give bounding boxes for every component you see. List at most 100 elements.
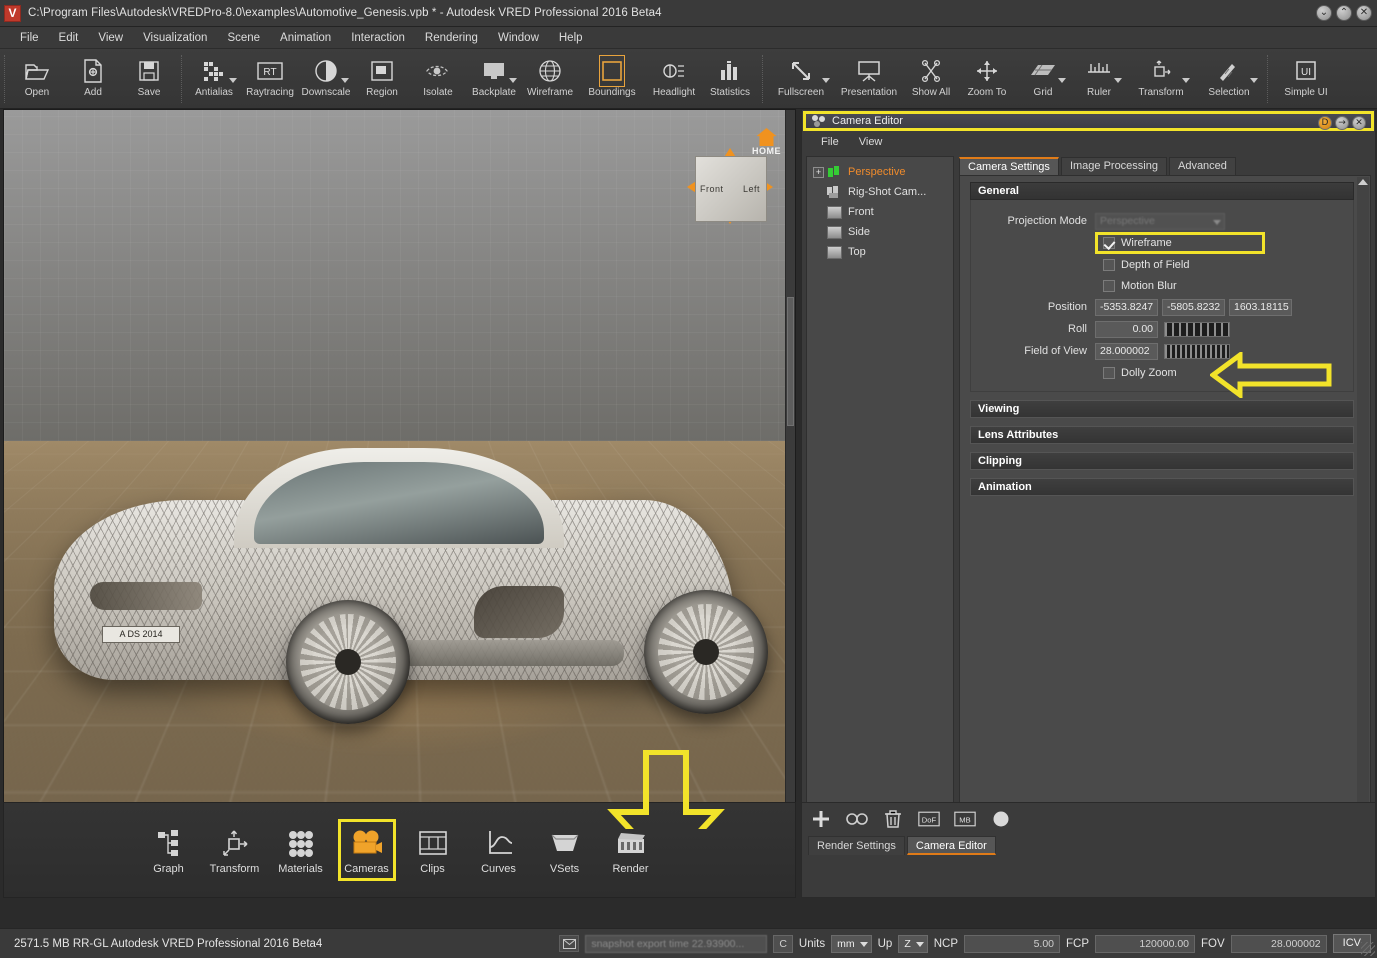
module-materials-button[interactable]: Materials [272,819,330,881]
module-transform-button[interactable]: Transform [206,819,264,881]
camera-tree-item-perspective[interactable]: + Perspective [811,162,953,182]
animation-group-title[interactable]: Animation [970,478,1354,496]
position-y-field[interactable]: -5805.8232 [1162,299,1225,316]
toolbar-add-button[interactable]: Add [65,52,121,107]
menu-interaction[interactable]: Interaction [341,30,415,46]
ruler-dropdown-arrow[interactable] [1114,78,1122,83]
message-icon[interactable] [559,935,579,952]
toolbar-downscale-button[interactable]: Downscale [298,52,354,107]
menu-animation[interactable]: Animation [270,30,341,46]
field-of-view-field[interactable]: 28.000002 [1095,343,1158,360]
toolbar-backplate-button[interactable]: Backplate [466,52,522,107]
module-graph-button[interactable]: Graph [140,819,198,881]
toolbar-headlight-button[interactable]: Headlight [646,52,702,107]
position-x-field[interactable]: -5353.8247 [1095,299,1158,316]
general-group-title[interactable]: General [970,182,1354,200]
roll-field[interactable]: 0.00 [1095,321,1158,338]
viewport-vertical-scrollbar[interactable] [785,110,795,829]
depth-of-field-checkbox[interactable] [1103,259,1115,271]
toolbar-statistics-button[interactable]: Statistics [702,52,758,107]
menu-help[interactable]: Help [549,30,593,46]
toolbar-open-button[interactable]: Open [9,52,65,107]
units-select[interactable]: mm [831,935,872,953]
home-view-button[interactable]: HOME [752,128,781,156]
toolbar-selection-button[interactable]: Selection [1195,52,1263,107]
module-cameras-button[interactable]: Cameras [338,819,396,881]
menu-rendering[interactable]: Rendering [415,30,488,46]
lens-attributes-group-title[interactable]: Lens Attributes [970,426,1354,444]
module-curves-button[interactable]: Curves [470,819,528,881]
navcube-left-label[interactable]: Left [743,184,760,194]
toolbar-antialias-button[interactable]: Antialias [186,52,242,107]
toolbar-transform-button[interactable]: Transform [1127,52,1195,107]
up-axis-select[interactable]: Z [898,935,927,953]
menu-visualization[interactable]: Visualization [133,30,217,46]
dof-icon[interactable]: DoF [918,808,940,830]
viewing-group-title[interactable]: Viewing [970,400,1354,418]
backplate-dropdown-arrow[interactable] [509,78,517,83]
dolly-zoom-checkbox[interactable] [1103,367,1115,379]
camera-tree-item-side[interactable]: Side [811,222,953,242]
clipping-group-title[interactable]: Clipping [970,452,1354,470]
dock-state-button[interactable]: D [1318,116,1332,130]
viewport-scroll-thumb[interactable] [787,297,794,426]
camera-tree-item-rig-shot[interactable]: Rig-Shot Cam... [811,182,953,202]
panel-vertical-scrollbar[interactable] [1357,177,1369,823]
antialias-dropdown-arrow[interactable] [229,78,237,83]
tab-advanced[interactable]: Advanced [1169,157,1236,175]
fcp-field[interactable]: 120000.00 [1095,935,1195,953]
selection-dropdown-arrow[interactable] [1250,78,1258,83]
camera-tree-item-top[interactable]: Top [811,242,953,262]
toolbar-region-button[interactable]: Region [354,52,410,107]
depth-of-field-row[interactable]: Depth of Field [1103,254,1347,275]
toolbar-wireframe-button[interactable]: Wireframe [522,52,578,107]
position-z-field[interactable]: 1603.18115 [1229,299,1292,316]
transform-dropdown-arrow[interactable] [1182,78,1190,83]
projection-mode-select[interactable]: Perspective [1095,213,1225,230]
scroll-up-arrow-icon[interactable] [1358,179,1368,185]
toolbar-boundings-button[interactable]: Boundings [578,52,646,107]
expand-toggle-icon[interactable]: + [813,167,824,178]
tab-camera-settings[interactable]: Camera Settings [959,157,1059,175]
add-plus-icon[interactable] [810,808,832,830]
two-cameras-icon[interactable] [846,808,868,830]
menu-file[interactable]: File [10,30,49,46]
menu-scene[interactable]: Scene [217,30,270,46]
downscale-dropdown-arrow[interactable] [341,78,349,83]
module-vsets-button[interactable]: VSets [536,819,594,881]
clipping-group[interactable]: Clipping [970,452,1354,470]
minimize-button[interactable]: ⌄ [1316,5,1332,21]
toolbar-presentation-button[interactable]: Presentation [835,52,903,107]
menu-view[interactable]: View [88,30,133,46]
motion-blur-checkbox[interactable] [1103,280,1115,292]
resize-grip[interactable] [1361,942,1375,956]
toolbar-fullscreen-button[interactable]: Fullscreen [767,52,835,107]
render-viewport[interactable]: A DS 2014 HOME Front Left [3,109,796,830]
clear-message-button[interactable]: C [773,935,793,953]
toolbar-save-button[interactable]: Save [121,52,177,107]
camera-editor-menu-file[interactable]: File [814,135,846,149]
roll-slider[interactable] [1164,322,1230,337]
toolbar-ruler-button[interactable]: Ruler [1071,52,1127,107]
ncp-field[interactable]: 5.00 [964,935,1060,953]
wireframe-checkbox[interactable] [1103,237,1115,249]
mb-icon[interactable]: MB [954,808,976,830]
grid-dropdown-arrow[interactable] [1058,78,1066,83]
camera-editor-menu-view[interactable]: View [852,135,890,149]
sphere-icon[interactable] [990,808,1012,830]
dock-tab-render-settings[interactable]: Render Settings [808,836,905,855]
camera-tree-item-front[interactable]: Front [811,202,953,222]
toolbar-raytracing-button[interactable]: RT Raytracing [242,52,298,107]
menu-edit[interactable]: Edit [49,30,89,46]
lens-attributes-group[interactable]: Lens Attributes [970,426,1354,444]
toolbar-isolate-button[interactable]: Isolate [410,52,466,107]
toolbar-showall-button[interactable]: Show All [903,52,959,107]
maximize-button[interactable]: ⌃ [1336,5,1352,21]
trash-icon[interactable] [882,808,904,830]
fov-field[interactable]: 28.000002 [1231,935,1327,953]
dock-tab-camera-editor[interactable]: Camera Editor [907,836,996,855]
toolbar-zoomto-button[interactable]: Zoom To [959,52,1015,107]
camera-editor-titlebar[interactable]: Camera Editor D → ✕ [803,111,1374,131]
navcube-faces[interactable]: Front Left [695,156,767,222]
animation-group[interactable]: Animation [970,478,1354,496]
